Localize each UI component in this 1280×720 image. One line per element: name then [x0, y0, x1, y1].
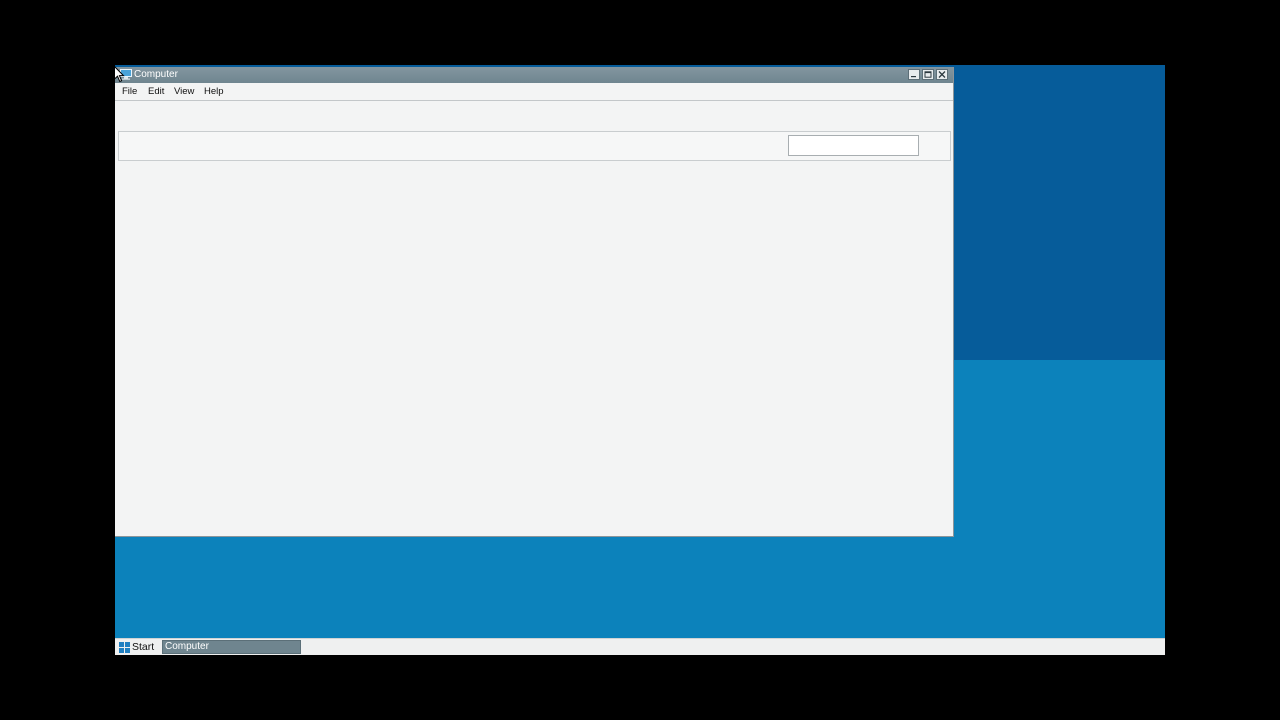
close-button[interactable]: [936, 69, 948, 80]
taskbar: Start Computer: [115, 638, 1165, 655]
window-title: Computer: [134, 69, 178, 80]
taskbar-item-computer[interactable]: Computer: [162, 640, 301, 654]
window-titlebar[interactable]: Computer: [115, 67, 953, 83]
menu-view[interactable]: View: [174, 86, 194, 98]
menu-edit[interactable]: Edit: [148, 86, 164, 98]
toolbar: [115, 101, 953, 131]
minimize-button[interactable]: [908, 69, 920, 80]
desktop-screen: Computer File Edit View Help Start Compu…: [115, 65, 1165, 655]
menu-bar: File Edit View Help: [115, 83, 953, 101]
minimize-icon: [911, 76, 916, 78]
taskbar-item-label: Computer: [165, 641, 209, 652]
menu-help[interactable]: Help: [204, 86, 224, 98]
search-input[interactable]: [788, 135, 919, 156]
close-icon: [938, 71, 946, 78]
start-label: Start: [132, 641, 155, 653]
maximize-icon: [924, 71, 932, 78]
file-view-content[interactable]: [115, 162, 953, 535]
computer-icon: [120, 69, 132, 80]
computer-window: Computer File Edit View Help: [115, 67, 954, 537]
windows-logo-icon: [119, 642, 130, 653]
address-bar[interactable]: [118, 131, 951, 161]
menu-file[interactable]: File: [122, 86, 137, 98]
maximize-button[interactable]: [922, 69, 934, 80]
start-button[interactable]: Start: [116, 640, 160, 654]
